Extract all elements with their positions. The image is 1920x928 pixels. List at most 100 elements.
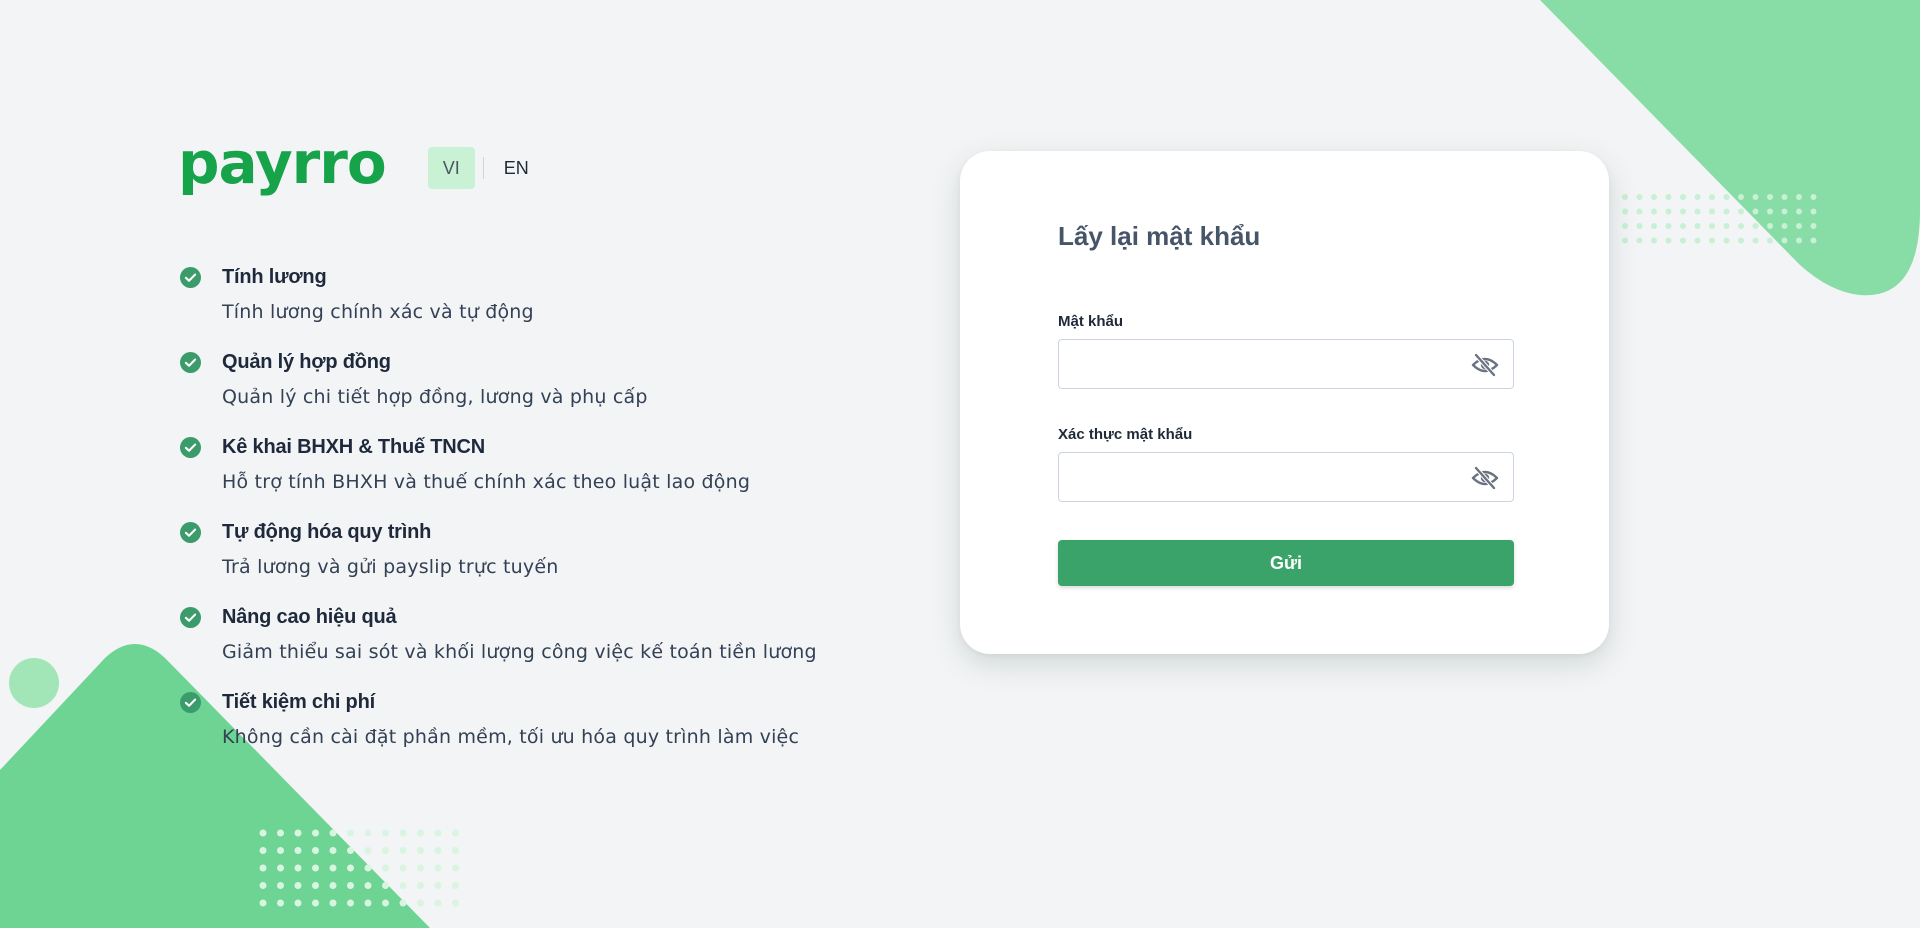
feature-description: Hỗ trợ tính BHXH và thuế chính xác theo … [222, 471, 751, 493]
password-reset-page: payrro VI EN Tính lương Tính lương chính… [0, 0, 1920, 928]
password-input[interactable] [1059, 340, 1477, 388]
decor-top-right-dots [1622, 194, 1817, 244]
decor-dot [329, 899, 337, 907]
check-circle-icon [180, 692, 201, 713]
lang-divider [482, 157, 484, 179]
feature-description: Tính lương chính xác và tự động [222, 301, 534, 323]
decor-dot [452, 882, 459, 889]
decor-dot [1665, 208, 1672, 215]
feature-title: Kê khai BHXH & Thuế TNCN [222, 436, 486, 458]
decor-dot [452, 864, 459, 872]
decor-dot [259, 882, 267, 889]
lang-vi-button[interactable]: VI [427, 147, 475, 189]
feature-title: Tiết kiệm chi phí [222, 691, 375, 713]
form-title: Lấy lại mật khẩu [1058, 221, 1261, 251]
decor-dot [452, 847, 459, 854]
feature-item: Tiết kiệm chi phí Không cần cài đặt phần… [180, 689, 880, 774]
feature-title: Tự động hóa quy trình [222, 521, 432, 543]
decor-dot [329, 829, 337, 837]
decor-dot [294, 847, 302, 854]
decor-dot [1796, 194, 1802, 200]
decor-dot [312, 829, 319, 837]
feature-item: Nâng cao hiệu quả Giảm thiểu sai sót và … [180, 604, 880, 689]
lang-en-button[interactable]: EN [490, 147, 543, 189]
decor-dot [277, 829, 284, 837]
decor-dot [1738, 237, 1744, 244]
decor-dot [434, 864, 442, 872]
decor-dot [452, 899, 459, 907]
decor-dot [1694, 223, 1701, 229]
decor-dot [382, 882, 389, 889]
feature-title: Tính lương [222, 266, 327, 288]
decor-dot [417, 864, 424, 872]
decor-dot [329, 847, 337, 854]
password-field [1058, 339, 1514, 389]
decor-dot [347, 882, 354, 889]
decor-dot [1680, 223, 1686, 229]
check-circle-icon [180, 522, 201, 543]
feature-description: Quản lý chi tiết hợp đồng, lương và phụ … [222, 386, 648, 408]
decor-dot [1767, 237, 1773, 244]
decor-dot [364, 847, 372, 854]
check-circle-icon [180, 607, 201, 628]
payrro-logo[interactable]: payrro [178, 134, 387, 192]
feature-title: Nâng cao hiệu quả [222, 606, 397, 628]
decor-dot [434, 847, 442, 854]
decor-dot [1622, 208, 1628, 215]
language-switch: VI EN [427, 147, 543, 189]
decor-dot [277, 847, 284, 854]
decor-dot [1810, 237, 1817, 244]
decor-dot [417, 829, 424, 837]
decor-dot [347, 829, 354, 837]
decor-dot [1752, 237, 1759, 244]
decor-dot [434, 882, 442, 889]
decor-dot [1636, 223, 1643, 229]
eye-slash-icon[interactable] [1471, 352, 1499, 378]
decor-dot [1810, 223, 1817, 229]
decor-dot [294, 829, 302, 837]
decor-dot [1723, 208, 1730, 215]
confirm-password-label: Xác thực mật khẩu [1058, 426, 1193, 443]
decor-dot [329, 882, 337, 889]
decor-dot [347, 864, 354, 872]
decor-dot [399, 829, 407, 837]
decor-dot [1622, 223, 1628, 229]
decor-dot [259, 864, 267, 872]
decor-dot [277, 864, 284, 872]
decor-dot [277, 899, 284, 907]
decor-dot [1709, 237, 1715, 244]
decor-dot [1810, 194, 1817, 200]
check-circle-icon [180, 352, 201, 373]
decor-dot [1767, 194, 1773, 200]
check-circle-icon [180, 267, 201, 288]
decor-bottom-left-dots [259, 829, 459, 907]
decor-dot [1651, 237, 1657, 244]
decor-dot [1781, 194, 1788, 200]
decor-dot [1752, 208, 1759, 215]
decor-dot [312, 864, 319, 872]
decor-dot [1651, 223, 1657, 229]
decor-dot [364, 882, 372, 889]
decor-dot [399, 882, 407, 889]
submit-button[interactable]: Gửi [1058, 540, 1514, 586]
feature-item: Quản lý hợp đồng Quản lý chi tiết hợp đồ… [180, 349, 880, 434]
decor-dot [382, 864, 389, 872]
decor-dot [1781, 223, 1788, 229]
decor-dot [1752, 194, 1759, 200]
decor-dot [1694, 237, 1701, 244]
decor-dot [294, 864, 302, 872]
decor-dot [1781, 208, 1788, 215]
decor-dot [1680, 237, 1686, 244]
decor-dot [1636, 194, 1643, 200]
feature-description: Trả lương và gửi payslip trực tuyến [222, 556, 559, 578]
feature-item: Tự động hóa quy trình Trả lương và gửi p… [180, 519, 880, 604]
decor-dot [329, 864, 337, 872]
decor-dot [417, 899, 424, 907]
confirm-password-input[interactable] [1059, 453, 1477, 501]
decor-dot [294, 882, 302, 889]
eye-slash-icon[interactable] [1471, 465, 1499, 491]
decor-dot [1651, 208, 1657, 215]
decor-dot [1752, 223, 1759, 229]
decor-dot [1694, 208, 1701, 215]
decor-dot [399, 864, 407, 872]
